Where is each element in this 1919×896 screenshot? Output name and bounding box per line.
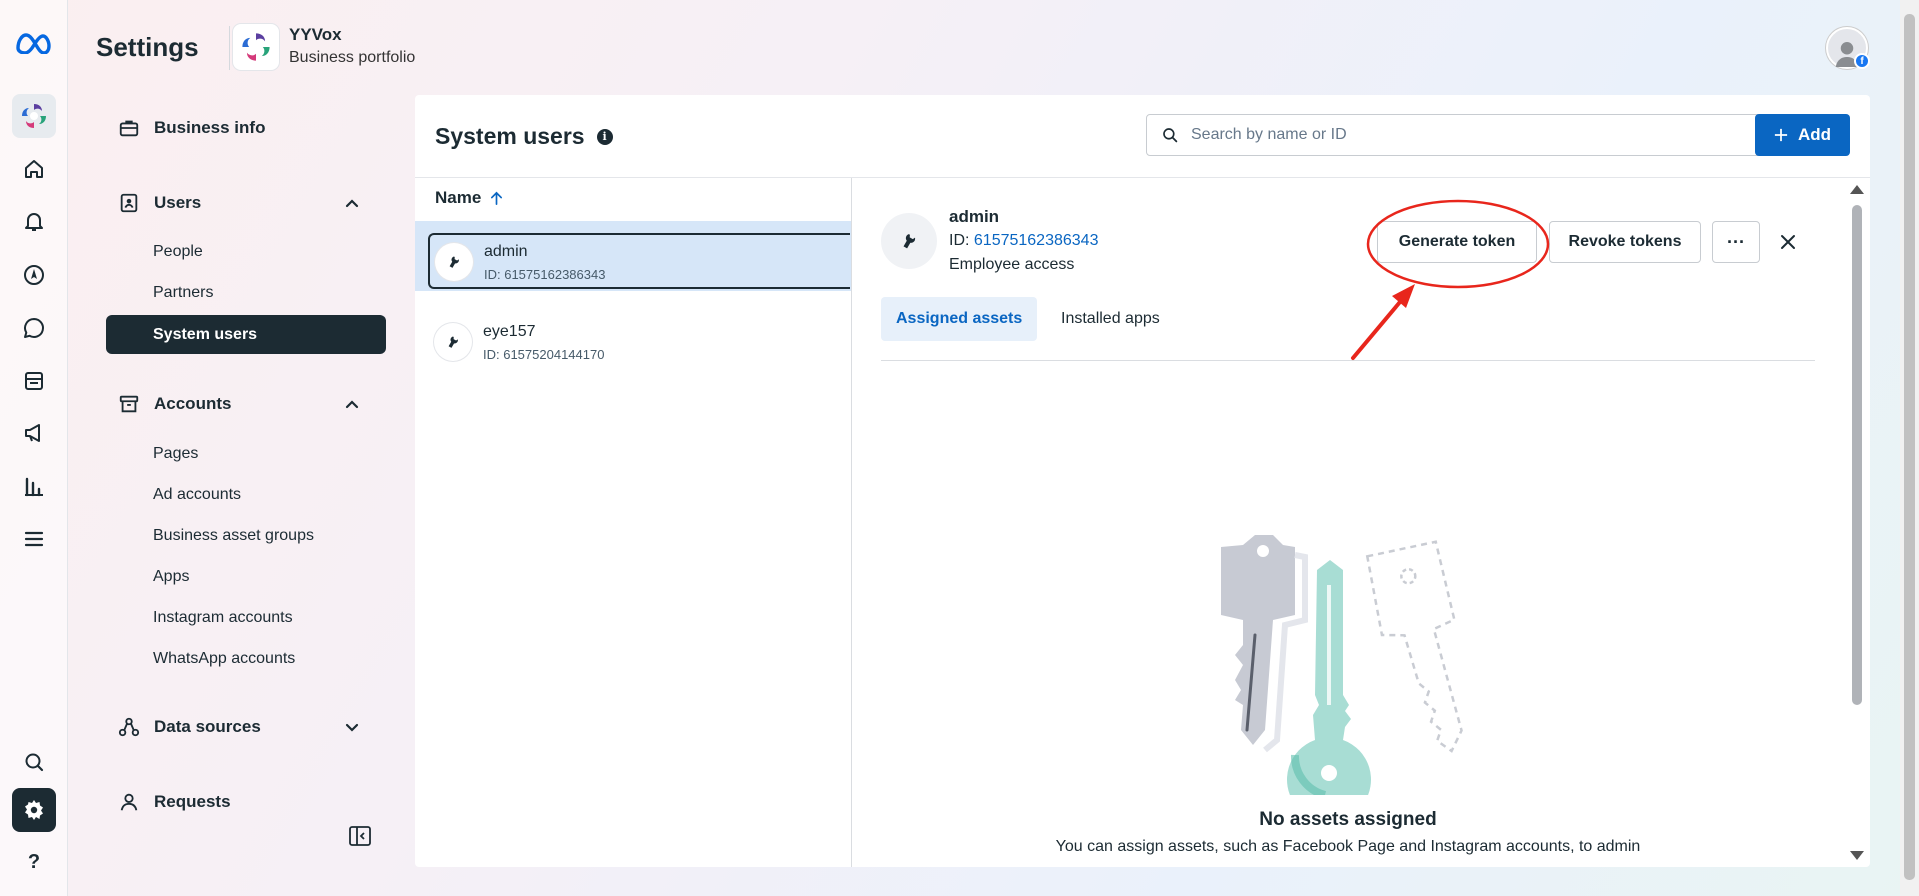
compass-icon[interactable] [12,253,56,297]
page-scrollbar[interactable] [1904,14,1915,880]
nav-users-label: Users [154,193,202,212]
id-card-icon [120,193,138,213]
nav-item-partners[interactable]: Partners [153,284,213,302]
detail-user-id: ID: 61575162386343 [949,232,1098,250]
table-row[interactable]: admin ID: 61575162386343 [415,221,851,291]
nav-business-info[interactable]: Business info [118,117,265,139]
nav-requests[interactable]: Requests [118,791,231,812]
home-icon[interactable] [12,147,56,191]
avatar[interactable]: f [1826,27,1870,69]
pages-icon[interactable] [12,359,56,403]
chevron-up-icon[interactable] [342,394,362,414]
sort-ascending-icon [491,191,503,205]
wrench-icon [435,243,473,281]
chevron-down-icon[interactable] [342,717,362,737]
menu-icon[interactable] [12,517,56,561]
person-icon [120,793,138,811]
user-name: admin [484,243,528,260]
briefcase-icon [119,120,139,137]
search-input[interactable] [1191,126,1731,144]
nav-users[interactable]: Users [118,192,201,214]
chat-icon[interactable] [12,306,56,350]
main-panel: System users i Add Name admin ID: 615751… [415,95,1870,867]
tab-installed-apps[interactable]: Installed apps [1046,297,1175,341]
meta-logo-icon[interactable] [12,20,56,64]
table-row[interactable]: eye157 ID: 61575204144170 [415,303,851,373]
header-divider [229,26,230,70]
empty-state-subtitle: You can assign assets, such as Facebook … [1055,838,1641,855]
plus-icon [1774,128,1788,142]
collapse-sidebar-icon[interactable] [348,824,372,848]
facebook-badge-icon: f [1854,53,1870,69]
user-id: ID: 61575162386343 [484,267,606,282]
wrench-icon [434,323,472,361]
section-title: System users i [435,123,613,150]
archive-icon [119,395,139,413]
column-header-name[interactable]: Name [435,188,504,208]
add-button[interactable]: Add [1755,114,1850,156]
empty-state-title: No assets assigned [1259,809,1437,830]
dashed-key-icon [1365,540,1463,753]
revoke-tokens-button[interactable]: Revoke tokens [1549,221,1701,263]
row-content: eye157 ID: 61575204144170 [429,315,851,371]
help-icon[interactable]: ? [12,840,56,884]
nav-item-people[interactable]: People [153,243,203,261]
detail-id-prefix: ID: [949,232,974,249]
chevron-up-icon[interactable] [342,193,362,213]
portfolio-logo-icon [242,33,270,61]
nav-item-apps[interactable]: Apps [153,568,189,586]
nav-accounts[interactable]: Accounts [118,393,231,415]
nav-data-sources[interactable]: Data sources [118,716,261,738]
user-name: eye157 [483,323,536,340]
left-rail: ? [0,0,68,896]
nav-item-system-users[interactable]: System users [106,315,386,354]
search-icon [1163,128,1178,143]
detail-access-level: Employee access [949,256,1075,273]
portfolio-name[interactable]: YYVox [289,25,342,45]
nav-business-info-label: Business info [154,118,266,137]
user-id: ID: 61575204144170 [483,347,605,362]
nav-item-ad-accounts[interactable]: Ad accounts [153,486,241,504]
data-sources-icon [118,717,140,737]
panel-divider [851,178,852,867]
row-focus-outline: admin ID: 61575162386343 [428,233,850,289]
portfolio-logo-icon[interactable] [12,94,56,138]
nav-accounts-label: Accounts [154,394,232,413]
generate-token-button[interactable]: Generate token [1377,221,1537,263]
search-icon[interactable] [12,740,56,784]
scroll-down-arrow-icon[interactable] [1850,851,1864,860]
detail-id-link[interactable]: 61575162386343 [974,232,1099,249]
wrench-icon [881,213,937,269]
nav-data-sources-label: Data sources [154,717,261,736]
detail-scrollbar[interactable] [1852,205,1862,705]
detail-user-name: admin [949,207,1000,226]
nav-item-whatsapp-accounts[interactable]: WhatsApp accounts [153,650,295,668]
portfolio-subtitle: Business portfolio [289,49,416,66]
info-icon[interactable]: i [596,128,613,145]
nav-item-instagram-accounts[interactable]: Instagram accounts [153,609,293,627]
chart-icon[interactable] [12,465,56,509]
add-button-label: Add [1797,125,1832,144]
teal-key-icon [1287,560,1371,795]
keys-illustration [1221,535,1463,795]
grey-key-icon [1221,535,1308,753]
nav-requests-clip: Requests [0,782,400,812]
scroll-up-arrow-icon[interactable] [1850,185,1864,194]
search-box[interactable] [1146,114,1761,156]
column-header-label: Name [435,188,482,207]
bell-icon[interactable] [12,199,56,243]
nav-requests-label: Requests [154,792,231,811]
portfolio-logo[interactable] [233,24,279,70]
page-title: Settings [96,32,199,62]
section-title-label: System users [435,123,585,149]
divider [415,177,1870,178]
nav-item-business-asset-groups[interactable]: Business asset groups [153,527,314,545]
nav-item-pages[interactable]: Pages [153,445,198,463]
tab-divider [881,360,1815,361]
tab-assigned-assets[interactable]: Assigned assets [881,297,1038,341]
megaphone-icon[interactable] [12,411,56,455]
close-icon[interactable] [1777,231,1799,253]
more-options-button[interactable]: ··· [1712,221,1760,263]
